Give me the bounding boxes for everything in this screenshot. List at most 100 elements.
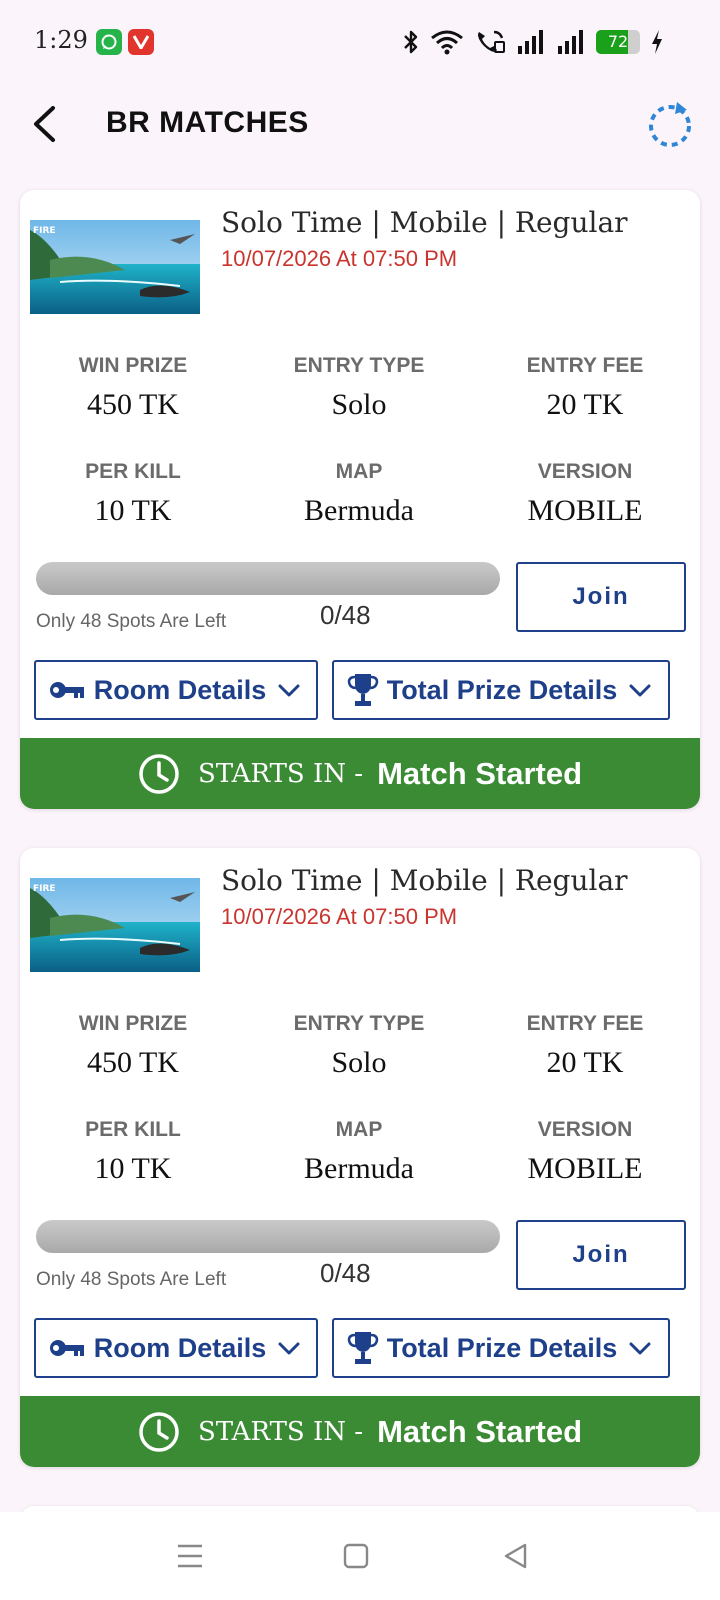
whatsapp-icon bbox=[96, 29, 122, 55]
spots-progress-bar bbox=[36, 562, 500, 595]
match-datetime: 10/07/2026 At 07:50 PM bbox=[221, 246, 458, 271]
vivaldi-icon bbox=[128, 29, 154, 55]
version-stat: VERSION MOBILE bbox=[472, 1118, 698, 1186]
clock-icon bbox=[139, 753, 179, 794]
per-kill-stat: PER KILL 10 TK bbox=[20, 460, 246, 528]
starts-in-label: STARTS IN - bbox=[197, 1416, 364, 1447]
room-details-label: Room Details bbox=[93, 1332, 267, 1363]
menu-icon bbox=[178, 1544, 202, 1568]
match-status-text: Match Started bbox=[377, 1413, 583, 1449]
total-prize-details-label: Total Prize Details bbox=[386, 1332, 618, 1363]
back-triangle-icon bbox=[504, 1543, 527, 1569]
key-icon bbox=[49, 682, 84, 698]
entry-fee-label: ENTRY FEE bbox=[526, 1012, 644, 1035]
match-datetime: 10/07/2026 At 07:50 PM bbox=[221, 904, 458, 929]
win-prize-label: WIN PRIZE bbox=[78, 354, 188, 377]
match-title: Solo Time | Mobile | Regular bbox=[221, 206, 628, 239]
map-value: Bermuda bbox=[304, 494, 414, 527]
page-title: BR MATCHES bbox=[106, 106, 309, 139]
join-button[interactable]: Join bbox=[516, 562, 686, 632]
wifi-call-icon bbox=[478, 30, 505, 53]
version-value: MOBILE bbox=[527, 1152, 643, 1185]
entry-fee-value: 20 TK bbox=[546, 388, 624, 421]
back-arrow-icon bbox=[34, 106, 55, 142]
starts-in-label: STARTS IN - bbox=[197, 758, 364, 789]
version-value: MOBILE bbox=[527, 494, 643, 527]
match-thumbnail: FIRE bbox=[30, 220, 200, 314]
refresh-button[interactable] bbox=[644, 98, 696, 150]
match-card: FIRE Solo Time | Mobile | Regular 10/07/… bbox=[20, 848, 700, 1467]
entry-type-label: ENTRY TYPE bbox=[293, 1012, 425, 1035]
entry-fee-value: 20 TK bbox=[546, 1046, 624, 1079]
total-prize-details-label: Total Prize Details bbox=[386, 674, 618, 705]
map-label: MAP bbox=[335, 1118, 383, 1141]
nav-back-button[interactable] bbox=[492, 1532, 540, 1580]
signal-icon bbox=[558, 30, 583, 54]
total-prize-details-button[interactable]: Total Prize Details bbox=[332, 1318, 670, 1378]
chevron-down-icon bbox=[629, 1342, 651, 1355]
per-kill-value: 10 TK bbox=[94, 1152, 172, 1185]
recent-apps-button[interactable] bbox=[166, 1532, 214, 1580]
entry-fee-stat: ENTRY FEE 20 TK bbox=[472, 354, 698, 422]
map-stat: MAP Bermuda bbox=[246, 460, 472, 528]
back-button[interactable] bbox=[22, 102, 66, 146]
match-status-text: Match Started bbox=[377, 755, 583, 791]
svg-text:FIRE: FIRE bbox=[33, 884, 56, 894]
per-kill-label: PER KILL bbox=[85, 1118, 181, 1141]
version-label: VERSION bbox=[537, 1118, 633, 1141]
per-kill-label: PER KILL bbox=[85, 460, 181, 483]
chevron-down-icon bbox=[278, 1342, 300, 1355]
chevron-down-icon bbox=[629, 684, 651, 697]
svg-text:FIRE: FIRE bbox=[33, 226, 56, 236]
system-nav-bar bbox=[0, 1512, 720, 1600]
win-prize-stat: WIN PRIZE 450 TK bbox=[20, 354, 246, 422]
trophy-icon bbox=[347, 1332, 378, 1364]
version-stat: VERSION MOBILE bbox=[472, 460, 698, 528]
room-details-button[interactable]: Room Details bbox=[34, 660, 318, 720]
spots-count: 0/48 bbox=[320, 600, 371, 630]
per-kill-stat: PER KILL 10 TK bbox=[20, 1118, 246, 1186]
match-card: FIRE Solo Time | Mobile | Regular 10/07/… bbox=[20, 190, 700, 809]
charging-icon bbox=[652, 30, 662, 54]
home-button[interactable] bbox=[332, 1532, 380, 1580]
match-thumbnail: FIRE bbox=[30, 878, 200, 972]
join-button[interactable]: Join bbox=[516, 1220, 686, 1290]
entry-type-label: ENTRY TYPE bbox=[293, 354, 425, 377]
status-time: 1:29 bbox=[34, 26, 88, 54]
total-prize-details-button[interactable]: Total Prize Details bbox=[332, 660, 670, 720]
signal-icon bbox=[518, 30, 543, 54]
map-label: MAP bbox=[335, 460, 383, 483]
battery-level: 72 bbox=[607, 32, 629, 51]
entry-fee-label: ENTRY FEE bbox=[526, 354, 644, 377]
room-details-label: Room Details bbox=[93, 674, 267, 705]
app-bar: BR MATCHES bbox=[0, 84, 720, 166]
chevron-down-icon bbox=[278, 684, 300, 697]
status-icons: 72 bbox=[402, 24, 664, 60]
version-label: VERSION bbox=[537, 460, 633, 483]
home-square-icon bbox=[343, 1543, 369, 1569]
trophy-icon bbox=[347, 674, 378, 706]
win-prize-value: 450 TK bbox=[87, 388, 179, 421]
key-icon bbox=[49, 1340, 84, 1356]
win-prize-label: WIN PRIZE bbox=[78, 1012, 188, 1035]
per-kill-value: 10 TK bbox=[94, 494, 172, 527]
match-status-bar: STARTS IN - Match Started bbox=[20, 1396, 700, 1467]
battery-icon: 72 bbox=[596, 30, 640, 54]
map-value: Bermuda bbox=[304, 1152, 414, 1185]
entry-type-value: Solo bbox=[331, 388, 387, 421]
clock-icon bbox=[139, 1411, 179, 1452]
refresh-icon bbox=[649, 102, 691, 147]
entry-type-value: Solo bbox=[331, 1046, 387, 1079]
match-status-bar: STARTS IN - Match Started bbox=[20, 738, 700, 809]
spots-progress-bar bbox=[36, 1220, 500, 1253]
spots-left-text: Only 48 Spots Are Left bbox=[36, 1269, 227, 1290]
entry-type-stat: ENTRY TYPE Solo bbox=[246, 354, 472, 422]
map-stat: MAP Bermuda bbox=[246, 1118, 472, 1186]
status-bar: 1:29 72 bbox=[0, 0, 720, 84]
wifi-icon bbox=[431, 30, 463, 55]
spots-left-text: Only 48 Spots Are Left bbox=[36, 611, 227, 632]
spots-count: 0/48 bbox=[320, 1258, 371, 1288]
match-title: Solo Time | Mobile | Regular bbox=[221, 864, 628, 897]
bluetooth-icon bbox=[404, 30, 418, 54]
room-details-button[interactable]: Room Details bbox=[34, 1318, 318, 1378]
